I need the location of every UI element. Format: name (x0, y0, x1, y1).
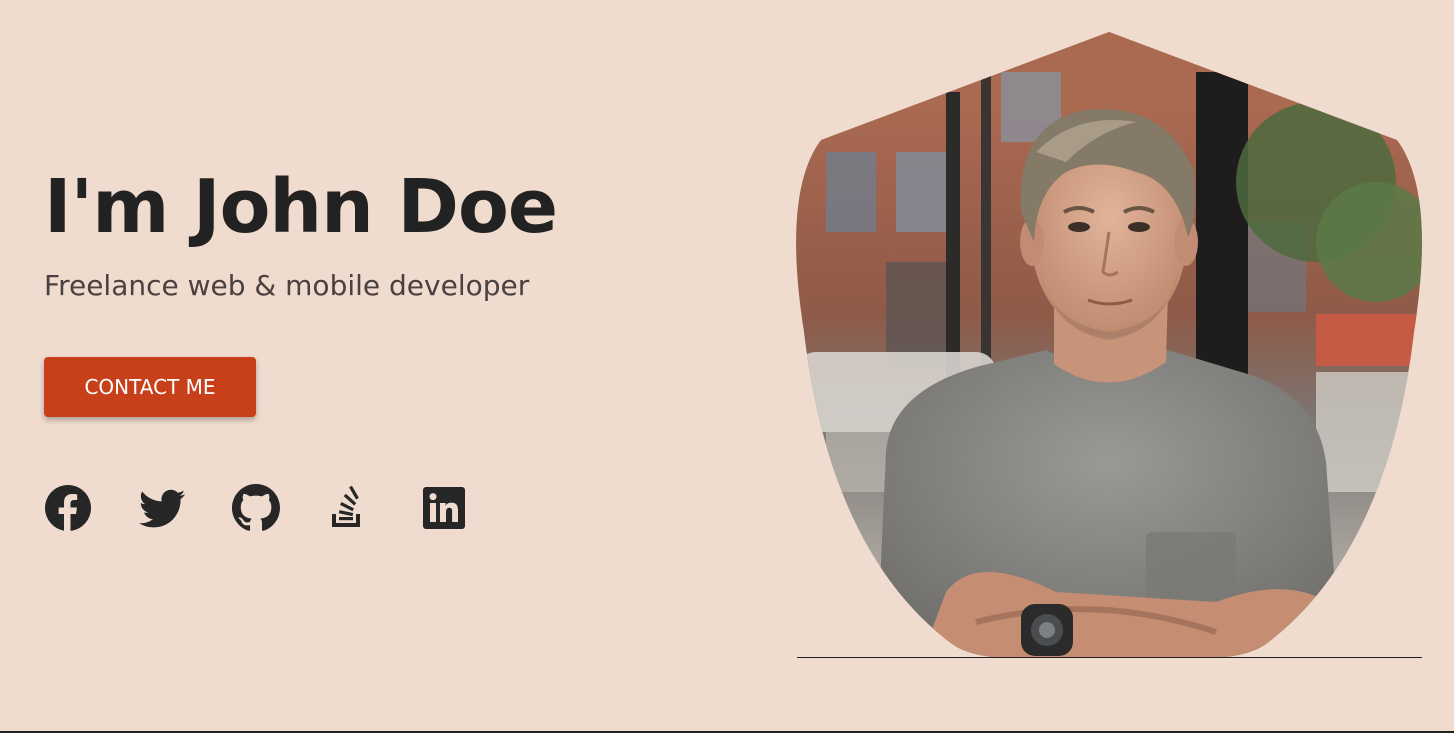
profile-photo (796, 32, 1422, 658)
contact-me-button[interactable]: CONTACT ME (44, 357, 256, 417)
linkedin-icon (423, 487, 465, 529)
github-icon (232, 484, 280, 531)
social-links (44, 484, 468, 532)
hero-section: I'm John Doe Freelance web & mobile deve… (44, 160, 684, 417)
hero-title: I'm John Doe (44, 164, 558, 250)
photo-baseline-divider (797, 657, 1422, 658)
facebook-icon (45, 485, 91, 531)
github-link[interactable] (232, 484, 280, 532)
twitter-icon (139, 489, 186, 528)
hero-subtitle: Freelance web & mobile developer (44, 269, 530, 302)
twitter-link[interactable] (138, 484, 186, 532)
facebook-link[interactable] (44, 484, 92, 532)
linkedin-link[interactable] (420, 484, 468, 532)
stackoverflow-icon (332, 485, 360, 527)
stackoverflow-link[interactable] (326, 484, 374, 532)
